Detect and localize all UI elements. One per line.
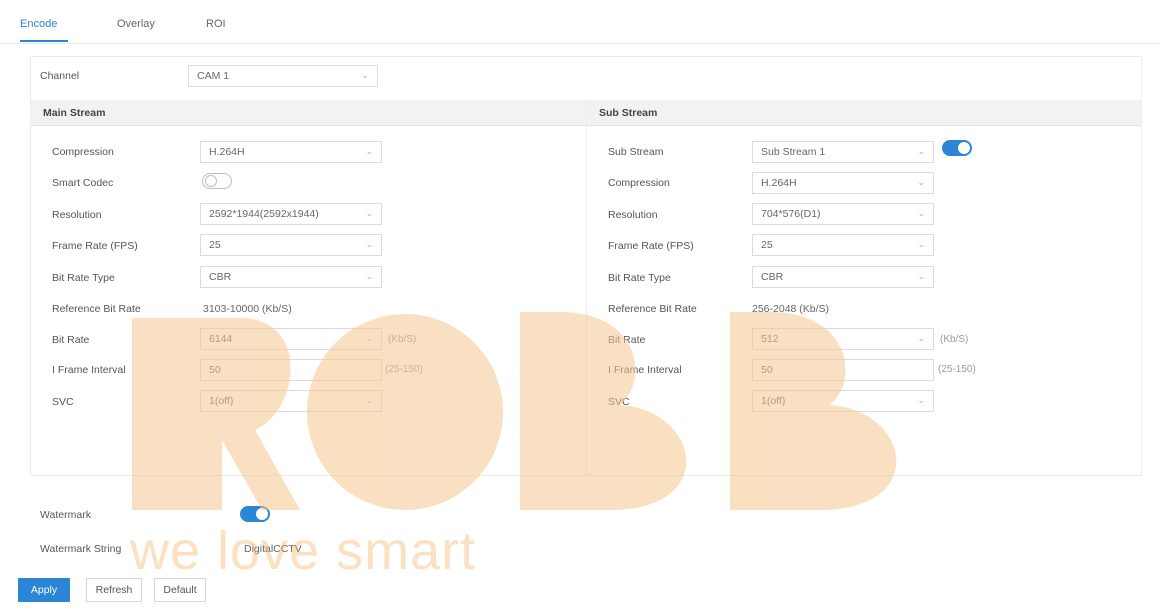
toggle-knob xyxy=(256,508,268,520)
column-divider xyxy=(586,100,587,476)
chevron-down-icon: ⌄ xyxy=(917,395,925,405)
main-frame-rate-value: 25 xyxy=(209,239,221,251)
sub-stream-toggle[interactable] xyxy=(942,140,972,156)
sub-stream-select[interactable]: Sub Stream 1 ⌄ xyxy=(752,141,934,163)
chevron-down-icon: ⌄ xyxy=(917,271,925,281)
sub-compression-label: Compression xyxy=(608,177,670,189)
watermark-string-label: Watermark String xyxy=(40,543,122,555)
sub-resolution-select[interactable]: 704*576(D1) ⌄ xyxy=(752,203,934,225)
sub-bit-rate-select[interactable]: 512 ⌄ xyxy=(752,328,934,350)
sub-resolution-value: 704*576(D1) xyxy=(761,208,821,220)
channel-select[interactable]: CAM 1 ⌄ xyxy=(188,65,378,87)
default-button[interactable]: Default xyxy=(154,578,206,602)
sub-resolution-label: Resolution xyxy=(608,209,658,221)
sub-frame-rate-value: 25 xyxy=(761,239,773,251)
smart-codec-label: Smart Codec xyxy=(52,177,114,189)
main-ref-bit-rate-label: Reference Bit Rate xyxy=(52,303,141,315)
sub-ref-bit-rate-label: Reference Bit Rate xyxy=(608,303,697,315)
sub-svc-label: SVC xyxy=(608,396,630,408)
main-iframe-label: I Frame Interval xyxy=(52,364,126,376)
channel-value: CAM 1 xyxy=(197,70,230,82)
main-compression-value: H.264H xyxy=(209,146,245,158)
chevron-down-icon: ⌄ xyxy=(365,239,373,249)
chevron-down-icon: ⌄ xyxy=(917,146,925,156)
sub-bit-rate-unit: (Kb/S) xyxy=(940,334,969,345)
chevron-down-icon: ⌄ xyxy=(917,239,925,249)
sub-iframe-label: I Frame Interval xyxy=(608,364,682,376)
main-resolution-label: Resolution xyxy=(52,209,102,221)
sub-bit-rate-type-value: CBR xyxy=(761,271,784,283)
sub-bit-rate-label: Bit Rate xyxy=(608,334,646,346)
toggle-knob xyxy=(958,142,970,154)
main-bit-rate-type-select[interactable]: CBR ⌄ xyxy=(200,266,382,288)
sub-bit-rate-type-select[interactable]: CBR ⌄ xyxy=(752,266,934,288)
main-bit-rate-label: Bit Rate xyxy=(52,334,90,346)
main-compression-select[interactable]: H.264H ⌄ xyxy=(200,141,382,163)
chevron-down-icon: ⌄ xyxy=(361,70,369,80)
sub-ref-bit-rate-value: 256-2048 (Kb/S) xyxy=(752,303,830,315)
chevron-down-icon: ⌄ xyxy=(917,177,925,187)
sub-stream-select-value: Sub Stream 1 xyxy=(761,146,826,158)
sub-stream-header: Sub Stream xyxy=(587,100,1141,126)
sub-iframe-input[interactable]: 50 xyxy=(752,359,934,381)
channel-label: Channel xyxy=(40,70,80,82)
main-iframe-range: (25-150) xyxy=(385,364,423,375)
main-compression-label: Compression xyxy=(52,146,114,158)
apply-button[interactable]: Apply xyxy=(18,578,70,602)
sub-compression-select[interactable]: H.264H ⌄ xyxy=(752,172,934,194)
main-bit-rate-value: 6144 xyxy=(209,333,233,345)
main-iframe-input[interactable]: 50 xyxy=(200,359,382,381)
chevron-down-icon: ⌄ xyxy=(365,146,373,156)
tab-bar: Encode Overlay ROI xyxy=(0,0,1160,44)
chevron-down-icon: ⌄ xyxy=(365,208,373,218)
main-svc-value: 1(off) xyxy=(209,395,234,407)
main-bit-rate-type-value: CBR xyxy=(209,271,232,283)
main-frame-rate-label: Frame Rate (FPS) xyxy=(52,240,138,252)
main-stream-header: Main Stream xyxy=(31,100,586,126)
sub-svc-value: 1(off) xyxy=(761,395,786,407)
smart-codec-toggle[interactable] xyxy=(202,173,232,189)
tab-roi[interactable]: ROI xyxy=(206,18,226,30)
main-resolution-value: 2592*1944(2592x1944) xyxy=(209,208,319,220)
sub-frame-rate-select[interactable]: 25 ⌄ xyxy=(752,234,934,256)
main-stream-title: Main Stream xyxy=(43,107,106,119)
sub-frame-rate-label: Frame Rate (FPS) xyxy=(608,240,694,252)
chevron-down-icon: ⌄ xyxy=(365,271,373,281)
sub-bit-rate-type-label: Bit Rate Type xyxy=(608,272,671,284)
main-bit-rate-type-label: Bit Rate Type xyxy=(52,272,115,284)
toggle-knob xyxy=(205,175,217,187)
chevron-down-icon: ⌄ xyxy=(917,333,925,343)
main-bit-rate-unit: (Kb/S) xyxy=(388,334,417,345)
main-frame-rate-select[interactable]: 25 ⌄ xyxy=(200,234,382,256)
sub-svc-select[interactable]: 1(off) ⌄ xyxy=(752,390,934,412)
watermark-label: Watermark xyxy=(40,509,91,521)
brand-watermark-text: we love smart xyxy=(130,521,477,581)
tab-overlay[interactable]: Overlay xyxy=(117,18,155,30)
sub-bit-rate-value: 512 xyxy=(761,333,779,345)
sub-stream-select-label: Sub Stream xyxy=(608,146,664,158)
main-svc-label: SVC xyxy=(52,396,74,408)
chevron-down-icon: ⌄ xyxy=(917,208,925,218)
refresh-button[interactable]: Refresh xyxy=(86,578,142,602)
tab-encode[interactable]: Encode xyxy=(20,18,57,30)
sub-stream-title: Sub Stream xyxy=(599,107,658,119)
main-ref-bit-rate-value: 3103-10000 (Kb/S) xyxy=(203,303,292,315)
main-resolution-select[interactable]: 2592*1944(2592x1944) ⌄ xyxy=(200,203,382,225)
chevron-down-icon: ⌄ xyxy=(365,333,373,343)
sub-compression-value: H.264H xyxy=(761,177,797,189)
main-bit-rate-select[interactable]: 6144 ⌄ xyxy=(200,328,382,350)
chevron-down-icon: ⌄ xyxy=(365,395,373,405)
sub-iframe-range: (25-150) xyxy=(938,364,976,375)
main-svc-select[interactable]: 1(off) ⌄ xyxy=(200,390,382,412)
active-tab-indicator xyxy=(20,40,68,42)
